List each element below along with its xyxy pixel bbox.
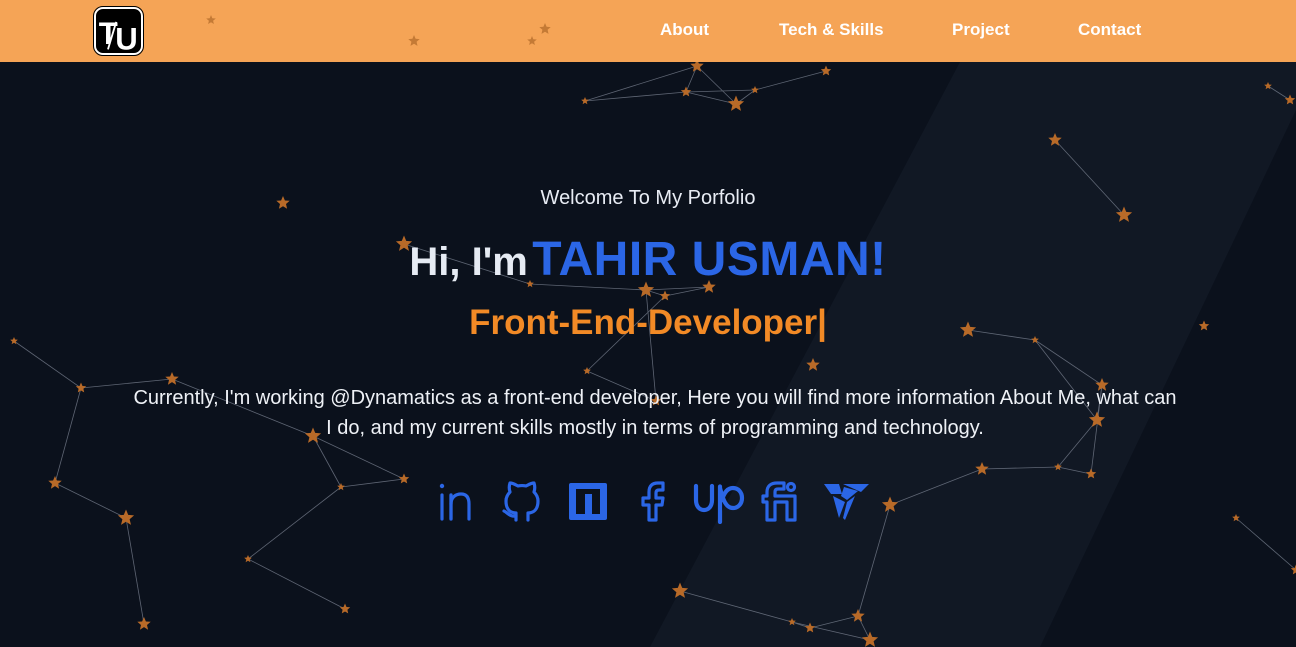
nav-link-tech-skills[interactable]: Tech & Skills xyxy=(779,20,884,40)
greeting: Hi, I'm TAHIR USMAN! xyxy=(0,232,1296,287)
facebook-link[interactable] xyxy=(631,478,677,524)
linkedin-icon xyxy=(439,483,471,521)
logo-mark-icon: T U xyxy=(99,16,138,53)
freelancer-link[interactable] xyxy=(823,478,869,524)
freelancer-icon xyxy=(824,484,869,520)
intro-paragraph: Currently, I'm working @Dynamatics as a … xyxy=(133,387,1177,439)
github-link[interactable] xyxy=(499,478,545,524)
role-typewriter: Front-End-Developer| xyxy=(469,303,827,342)
upwork-icon xyxy=(693,483,745,524)
upwork-link[interactable] xyxy=(693,478,745,524)
welcome-text: Welcome To My Porfolio xyxy=(540,187,756,209)
codepen-icon xyxy=(569,483,607,520)
facebook-icon xyxy=(641,481,665,522)
name-heading: TAHIR USMAN! xyxy=(532,233,887,286)
fiverr-link[interactable] xyxy=(761,478,807,524)
nav-link-about[interactable]: About xyxy=(660,20,709,40)
github-icon xyxy=(502,481,540,522)
greeting-prefix: Hi, I'm xyxy=(409,240,528,284)
hero-content: Welcome To My Porfolio Hi, I'm TAHIR USM… xyxy=(0,0,1296,647)
linkedin-link[interactable] xyxy=(437,478,483,524)
logo[interactable]: T U xyxy=(93,6,144,56)
social-links xyxy=(0,478,1296,524)
nav-link-project[interactable]: Project xyxy=(952,20,1010,40)
fiverr-icon xyxy=(761,481,797,522)
nav-link-contact[interactable]: Contact xyxy=(1078,20,1141,40)
svg-text:U: U xyxy=(115,21,138,53)
navbar: T U About Tech & Skills Project Contact xyxy=(0,0,1296,62)
codepen-link[interactable] xyxy=(565,478,611,524)
